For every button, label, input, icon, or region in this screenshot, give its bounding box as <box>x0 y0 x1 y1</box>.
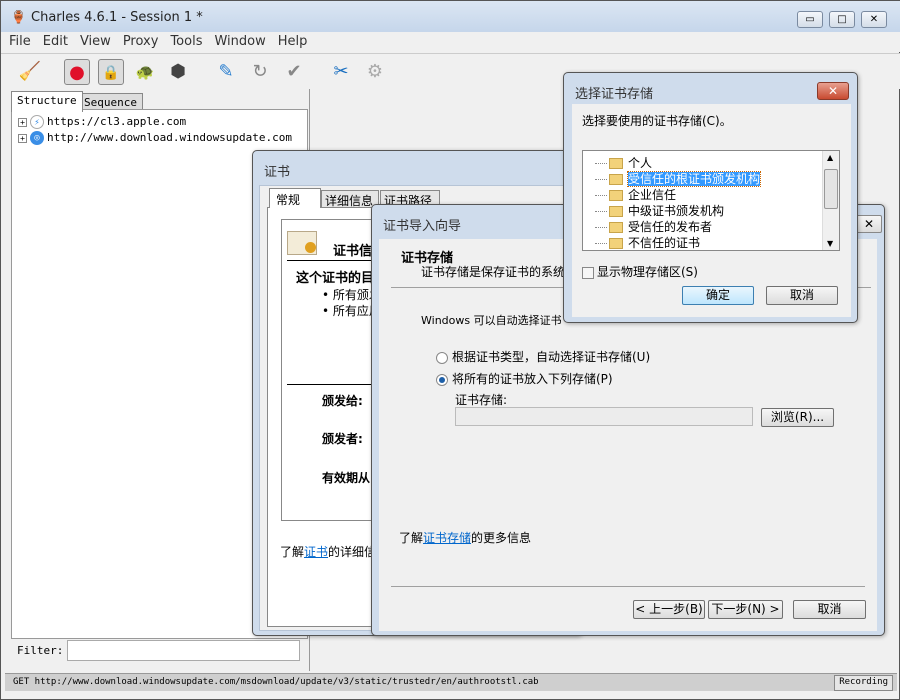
select-store-body: 选择要使用的证书存储(C)。 个人 受信任的根证书颁发机构 企业信任 中级证书颁… <box>572 104 851 317</box>
menu-view[interactable]: View <box>74 32 117 51</box>
cert-info-title: 证书信 <box>333 244 373 259</box>
dialog-title: 证书导入向导 <box>383 219 462 234</box>
close-button[interactable]: ✕ <box>817 82 849 100</box>
store-item[interactable]: 受信任的发布者 <box>595 218 712 234</box>
folder-icon <box>609 222 623 233</box>
store-item[interactable]: 不信任的证书 <box>595 234 700 250</box>
show-physical-checkbox[interactable]: 显示物理存储区(S) <box>582 263 698 280</box>
settings-gear-icon[interactable]: ⚙ <box>362 59 388 85</box>
close-button[interactable]: ✕ <box>861 11 887 28</box>
charles-app-icon: 🏺 <box>11 10 26 24</box>
wizard-close-button[interactable]: ✕ <box>856 215 882 233</box>
store-label: 证书存储: <box>455 393 508 407</box>
menu-bar: File Edit View Proxy Tools Window Help <box>1 32 900 52</box>
wizard-description: Windows 可以自动选择证书 <box>421 314 562 327</box>
folder-icon <box>609 238 623 249</box>
repeat-icon[interactable]: ↻ <box>247 59 273 85</box>
dialog-title: 证书 <box>264 165 291 180</box>
broom-icon[interactable]: 🧹 <box>17 59 43 85</box>
store-item-selected[interactable]: 受信任的根证书颁发机构 <box>595 170 762 187</box>
menu-file[interactable]: File <box>1 32 37 51</box>
cancel-button[interactable]: 取消 <box>766 286 838 305</box>
record-icon[interactable]: ● <box>64 59 90 85</box>
status-bar: GET http://www.download.windowsupdate.co… <box>5 673 897 691</box>
host-label: https://cl3.apple.com <box>47 115 187 128</box>
filter-input[interactable] <box>67 640 300 661</box>
title-bar: 🏺 Charles 4.6.1 - Session 1 * ▭ □ ✕ <box>1 1 900 34</box>
tools-icon[interactable]: ✂ <box>328 59 354 85</box>
divider <box>391 586 865 587</box>
store-prompt: 选择要使用的证书存储(C)。 <box>582 114 732 128</box>
maximize-button[interactable]: □ <box>829 11 855 28</box>
menu-edit[interactable]: Edit <box>37 32 74 51</box>
store-tree[interactable]: 个人 受信任的根证书颁发机构 企业信任 中级证书颁发机构 受信任的发布者 不信任… <box>582 150 840 251</box>
ok-button[interactable]: 确定 <box>682 286 754 305</box>
wizard-cancel-button[interactable]: 取消 <box>793 600 866 619</box>
folder-icon <box>609 190 623 201</box>
window-title: Charles 4.6.1 - Session 1 * <box>31 10 203 25</box>
tab-sequence[interactable]: Sequence <box>78 93 143 110</box>
tab-details[interactable]: 详细信息 <box>321 190 379 208</box>
validity-label: 有效期从 <box>322 471 371 485</box>
browse-button[interactable]: 浏览(R)... <box>761 408 834 427</box>
ssl-lock-icon[interactable]: 🔒 <box>98 59 124 85</box>
tab-general[interactable]: 常规 <box>269 188 321 208</box>
radio-place-in-store[interactable]: 将所有的证书放入下列存储(P) <box>436 370 613 387</box>
issued-to-label: 颁发给: <box>322 394 363 408</box>
menu-tools[interactable]: Tools <box>164 32 208 51</box>
menu-proxy[interactable]: Proxy <box>117 32 165 51</box>
store-item[interactable]: 企业信任 <box>595 186 676 202</box>
store-item[interactable]: 个人 <box>595 154 652 170</box>
turtle-throttle-icon[interactable]: 🐢 <box>132 59 158 85</box>
minimize-button[interactable]: ▭ <box>797 11 823 28</box>
wizard-subheading: 证书存储是保存证书的系统 <box>421 265 566 279</box>
folder-icon <box>609 206 623 217</box>
scroll-up-icon[interactable]: ▲ <box>827 153 833 162</box>
recording-indicator[interactable]: Recording <box>834 675 893 691</box>
store-learn-more: 了解证书存储的更多信息 <box>399 531 532 545</box>
tab-structure[interactable]: Structure <box>11 91 83 112</box>
radio-auto-select[interactable]: 根据证书类型，自动选择证书存储(U) <box>436 348 650 365</box>
vertical-scrollbar[interactable]: ▲ ▼ <box>822 151 839 250</box>
cert-learn-more: 了解证书的详细信 <box>280 545 377 559</box>
host-label: http://www.download.windowsupdate.com <box>47 131 293 144</box>
folder-icon <box>609 174 623 185</box>
back-button[interactable]: < 上一步(B) <box>633 600 705 619</box>
cert-purpose-title: 这个证书的目 <box>296 271 375 286</box>
tree-node-host[interactable]: + ⚡ https://cl3.apple.com <box>18 115 186 131</box>
issued-by-label: 颁发者: <box>322 432 363 446</box>
store-link[interactable]: 证书存储 <box>423 531 471 545</box>
filter-label: Filter: <box>17 644 64 657</box>
validate-check-icon[interactable]: ✔ <box>281 59 307 85</box>
tree-node-host[interactable]: + ◎ http://www.download.windowsupdate.com <box>18 131 292 147</box>
store-input[interactable] <box>455 407 753 426</box>
menu-help[interactable]: Help <box>272 32 314 51</box>
select-store-dialog: 选择证书存储 ✕ 选择要使用的证书存储(C)。 个人 受信任的根证书颁发机构 企… <box>563 72 858 323</box>
certificate-icon <box>287 231 317 255</box>
lightning-icon: ⚡ <box>30 115 44 129</box>
scrollbar-thumb[interactable] <box>824 169 838 209</box>
store-item[interactable]: 中级证书颁发机构 <box>595 202 724 218</box>
stop-hexagon-icon[interactable]: ⬢ <box>165 59 191 85</box>
dialog-title: 选择证书存储 <box>575 87 654 102</box>
globe-icon: ◎ <box>30 131 44 145</box>
pen-compose-icon[interactable]: ✎ <box>213 59 239 85</box>
scroll-down-icon[interactable]: ▼ <box>827 239 833 248</box>
menu-window[interactable]: Window <box>208 32 271 51</box>
folder-icon <box>609 158 623 169</box>
next-button[interactable]: 下一步(N) > <box>708 600 783 619</box>
status-text: GET http://www.download.windowsupdate.co… <box>13 677 539 687</box>
cert-link[interactable]: 证书 <box>304 545 328 559</box>
